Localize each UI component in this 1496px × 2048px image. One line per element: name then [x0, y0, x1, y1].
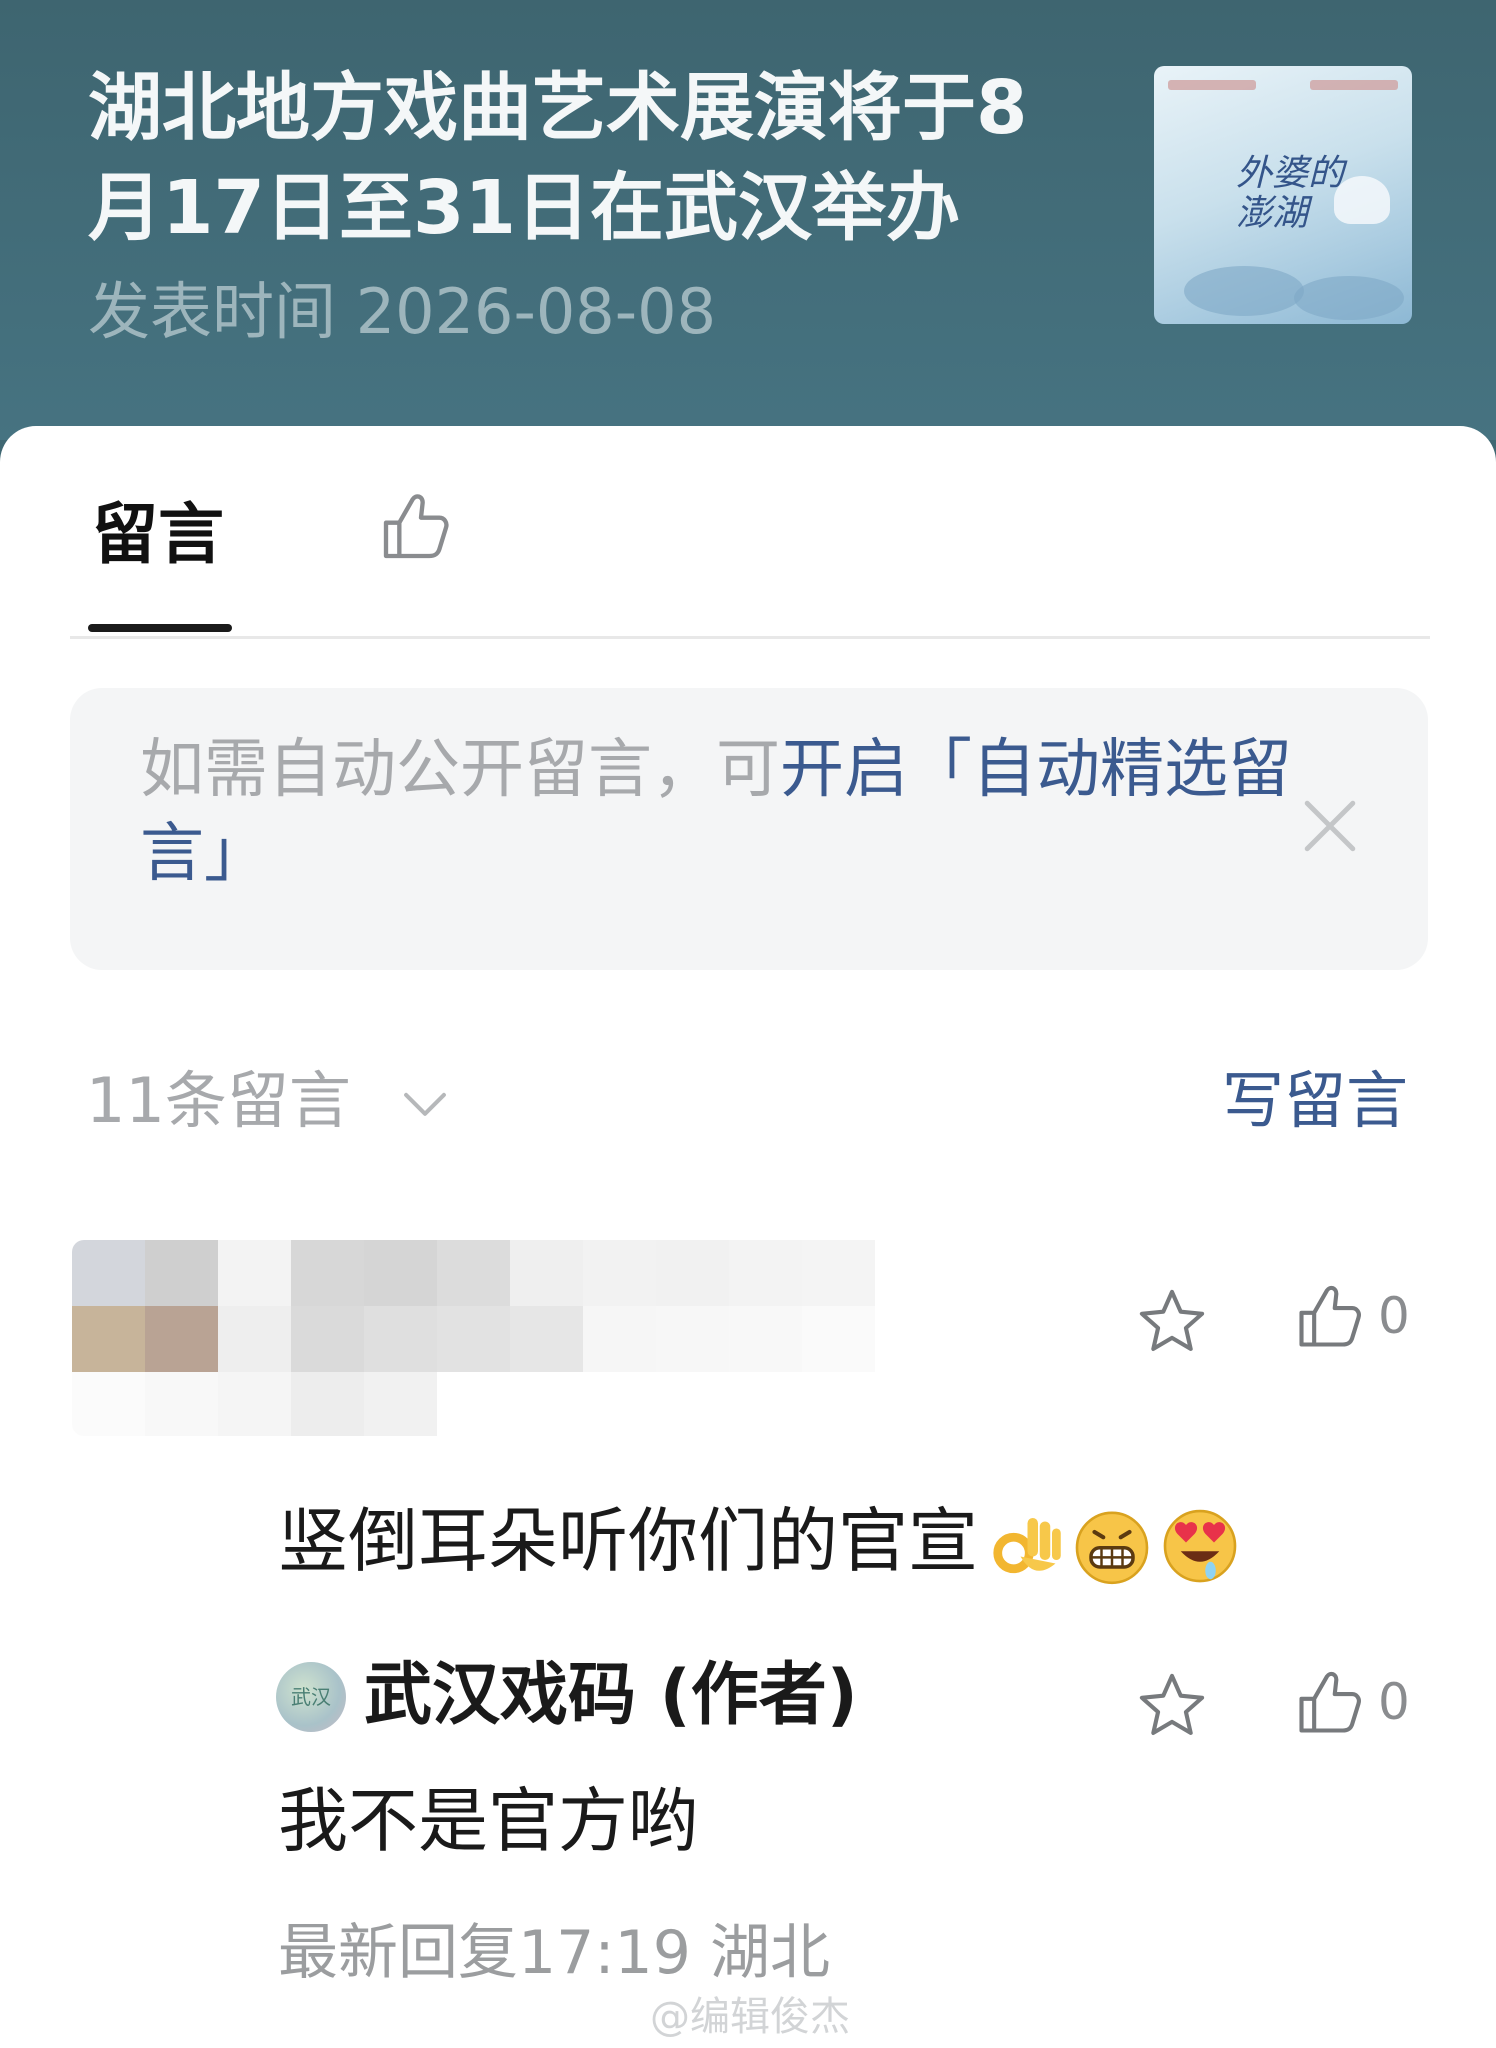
article-header: 湖北地方戏曲艺术展演将于8月17日至31日在武汉举办 发表时间 2026-08-…: [0, 0, 1496, 440]
article-cover-image[interactable]: 外婆的澎湖: [1154, 66, 1412, 324]
ok-hand-emoji: [993, 1517, 1061, 1574]
publish-date: 发表时间 2026-08-08: [88, 275, 717, 348]
star-icon[interactable]: [1134, 1668, 1210, 1744]
avatar[interactable]: 武汉: [276, 1662, 346, 1732]
cover-logo-strip: [1168, 80, 1398, 94]
comment-count[interactable]: 11条留言: [86, 1056, 351, 1146]
tab-comments[interactable]: 留言: [92, 490, 224, 580]
reply-meta[interactable]: 最新回复17:19 湖北: [278, 1908, 830, 1998]
tab-active-indicator: [88, 624, 232, 632]
close-icon[interactable]: [1292, 788, 1368, 864]
reply-text: 我不是官方哟: [278, 1780, 698, 1862]
reply-like-count: 0: [1378, 1673, 1410, 1731]
chevron-down-icon[interactable]: [398, 1076, 452, 1130]
grinning-emoji: [1075, 1511, 1149, 1585]
cover-leaf-shape: [1184, 266, 1304, 316]
tab-bar: 留言: [70, 426, 1430, 639]
thumbs-up-icon[interactable]: [376, 486, 456, 566]
reply-author-name: 武汉戏码 (作者): [364, 1656, 858, 1735]
star-icon[interactable]: [1134, 1284, 1210, 1360]
watermark: @编辑俊杰: [650, 1994, 850, 2040]
write-comment-button[interactable]: 写留言: [1222, 1056, 1408, 1146]
thumbs-up-icon[interactable]: [1292, 1664, 1368, 1740]
thumbs-up-icon[interactable]: [1292, 1278, 1368, 1354]
comments-sheet: 留言 如需自动公开留言，可开启「自动精选留言」 11条留言 写留言 0 竖倒耳朵…: [0, 426, 1496, 2048]
redacted-user-info: [72, 1240, 948, 1436]
like-count: 0: [1378, 1287, 1410, 1345]
heart-eyes-emoji: [1163, 1509, 1237, 1583]
article-title: 湖北地方戏曲艺术展演将于8月17日至31日在武汉举办: [88, 65, 1028, 251]
notice-text: 如需自动公开留言，可: [140, 733, 780, 807]
comment-text: 竖倒耳朵听你们的官宣: [278, 1500, 978, 1582]
auto-select-notice: 如需自动公开留言，可开启「自动精选留言」: [70, 688, 1428, 970]
comment-body: 竖倒耳朵听你们的官宣: [278, 1486, 1242, 1596]
cover-leaf-shape: [1294, 276, 1404, 320]
cover-lotus-shape: [1334, 176, 1390, 224]
